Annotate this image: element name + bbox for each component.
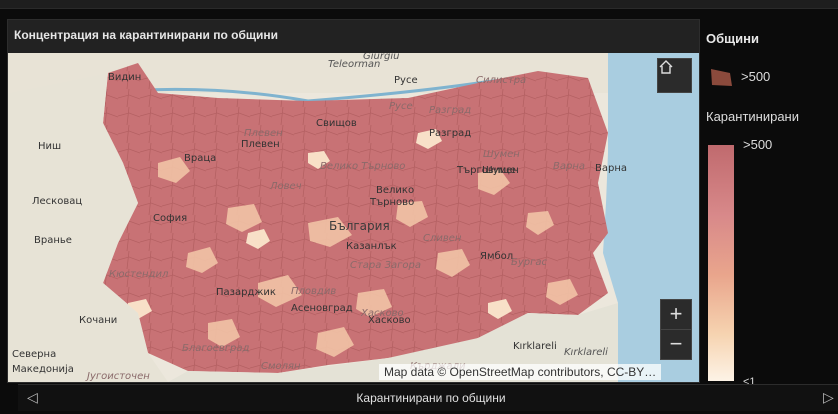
map-svg [8,53,699,382]
map-label: Свищов [316,118,357,129]
map-label: Велико Търново [320,161,406,172]
map-label: Варна [553,161,586,172]
legend-ramp-title: Карантинирани [706,109,799,124]
map-label: Шумен [483,149,520,160]
home-button[interactable] [657,58,692,93]
map-label: Хасково [368,315,411,326]
map-label: Плевен [241,139,280,150]
map-label: Teleorman [328,59,381,70]
map-label: Лесковац [32,196,83,207]
map-label: Русе [394,75,418,86]
choropleth-map[interactable]: Giurgiu Teleorman Видин Русе Силистра Русе Раз… [8,53,699,382]
zoom-in-button[interactable]: + [661,300,691,329]
map-label: Силистра [476,75,527,86]
map-label: Северна [12,349,57,360]
map-label: Kırklareli [513,341,557,352]
map-label: Варна [595,163,628,174]
map-label: Пазарджик [216,287,276,298]
map-label: Ямбол [480,251,514,262]
zoom-out-button[interactable]: − [661,329,691,359]
map-label: Кочани [79,315,118,326]
map-label: Благоевград [182,343,250,354]
top-strip [0,0,838,9]
map-label: Сливен [423,233,462,244]
panel-title: Концентрация на карантинирани по общини [14,28,278,42]
map-label: Русе [389,101,413,112]
map-label: Kırklareli [564,347,608,358]
map-label: Казанлък [346,241,397,252]
map-label: Југоисточен [87,371,150,382]
map-label: Ниш [38,141,62,152]
legend-swatch-label: >500 [741,69,771,84]
bottom-title: Карантинирани по общини [356,391,506,405]
legend-swatch [711,69,732,86]
map-attribution[interactable]: Map data © OpenStreetMap contributors, C… [379,364,662,380]
color-ramp [708,145,734,381]
map-label: Търново [370,197,415,208]
map-label: Стара Загора [350,260,421,271]
map-label: Търговище [457,165,516,176]
map-label: Враньe [34,235,72,246]
map-label: Кюстендил [109,269,169,280]
map-label: Асеновград [291,303,353,314]
map-label: България [329,219,390,233]
map-label: Видин [108,72,142,83]
chevron-right-icon[interactable]: ▷ [823,389,834,406]
ramp-high-label: >500 [743,137,773,152]
legend-title: Общини [706,31,759,46]
map-label: Пловдив [291,286,337,297]
bottom-bar: ◁ Карантинирани по общини ▷ [18,384,838,411]
map-label: София [153,213,188,224]
map-label: Велико [376,185,415,196]
map-label: Разград [429,105,472,116]
map-label: Ловеч [270,181,302,192]
zoom-control: + − [660,299,692,360]
map-label: Разград [429,128,472,139]
map-label: Плевен [244,128,283,139]
map-label: Смолян [261,361,301,372]
home-icon [659,60,673,74]
map-label: Македонија [12,364,74,375]
map-label: Бургас [511,257,548,268]
map-panel: Концентрация на карантинирани по общини [7,19,700,383]
legend-panel: Общини >500 Карантинирани >500 <1 [700,19,838,388]
map-label: Враца [184,153,217,164]
